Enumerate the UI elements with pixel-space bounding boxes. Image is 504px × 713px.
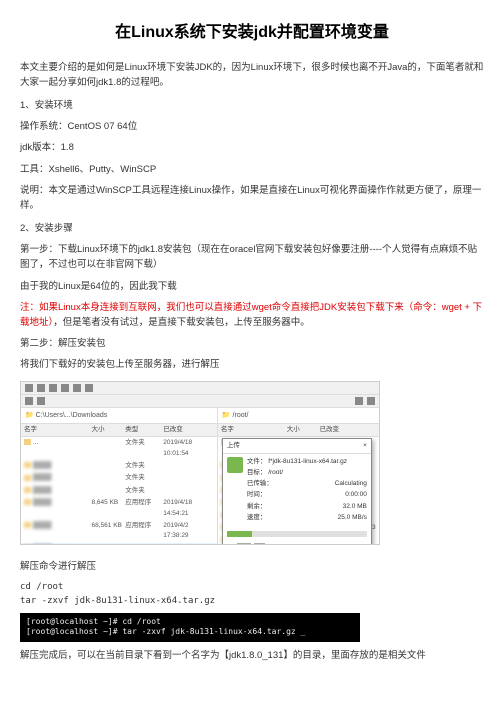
dialog-title: 上传 × xyxy=(223,439,371,454)
breadcrumb-left[interactable]: 📁 C:\Users\...\Downloads xyxy=(21,408,218,424)
step2-text: 第二步：解压安装包 xyxy=(20,336,484,351)
toolbar-icon[interactable] xyxy=(49,384,57,392)
file-row[interactable]: ...文件夹2019/4/18 10:01:54 xyxy=(21,437,217,460)
terminal-screenshot: [root@localhost ~]# cd /root [root@local… xyxy=(20,613,360,642)
dialog-file: 文件： f*jdk-8u131-linux-x64.tar.gz xyxy=(247,457,367,467)
upload-dialog: 上传 × 文件： f*jdk-8u131-linux-x64.tar.gz 目标… xyxy=(222,438,372,544)
env-os: 操作系统：CentOS 07 64位 xyxy=(20,119,484,134)
toolbar-icon[interactable] xyxy=(355,397,363,405)
minimize-button[interactable]: — xyxy=(237,543,251,544)
dialog-speed-val: 25.0 MB/s xyxy=(338,513,367,523)
section-env: 1、安装环境 xyxy=(20,98,484,113)
speed-button[interactable]: ⏵ xyxy=(254,543,265,544)
pane-remote: 名字 大小 已改变 ..2019/10/10 21:30:29████2019/… xyxy=(218,424,379,544)
terminal-line2: [root@localhost ~]# tar -zxvf jdk-8u131-… xyxy=(26,627,354,637)
winscp-toolbar xyxy=(21,382,379,395)
terminal-line1: [root@localhost ~]# cd /root xyxy=(26,617,354,627)
winscp-toolbar2 xyxy=(21,395,379,408)
dialog-title-text: 上传 xyxy=(227,441,240,451)
toolbar-icon[interactable] xyxy=(367,397,375,405)
cmd2: tar -zxvf jdk-8u131-linux-x64.tar.gz xyxy=(20,594,484,608)
finish-text: 解压完成后，可以在当前目录下看到一个名字为【jdk1.8.0_131】的目录，里… xyxy=(20,648,484,663)
cmd1: cd /root xyxy=(20,580,484,594)
step2-txt: 将我们下载好的安装包上传至服务器，进行解压 xyxy=(20,357,484,372)
winscp-screenshot: 📁 C:\Users\...\Downloads 📁 /root/ 名字 大小 … xyxy=(20,381,380,545)
section-steps: 2、安装步骤 xyxy=(20,221,484,236)
upload-icon xyxy=(227,457,243,473)
toolbar-icon[interactable] xyxy=(37,397,45,405)
step1-note: 注：如果Linux本身连接到互联网，我们也可以直接通过wget命令直接把JDK安… xyxy=(20,300,484,330)
col-name[interactable]: 名字 xyxy=(24,425,92,435)
env-note: 说明：本文是通过WinSCP工具远程连接Linux操作，如果是直接在Linux可… xyxy=(20,183,484,213)
dialog-time-val: 0:00:00 xyxy=(345,490,367,500)
toolbar-icon[interactable] xyxy=(25,397,33,405)
dialog-remain-label: 剩余： xyxy=(247,502,267,512)
file-row[interactable]: ████8,645 KB应用程序2019/4/18 14:54:21 xyxy=(21,497,217,520)
toolbar-icon[interactable] xyxy=(25,384,33,392)
dialog-speed-label: 速度： xyxy=(247,513,267,523)
file-header-left: 名字 大小 类型 已改变 xyxy=(21,424,217,437)
toolbar-icon[interactable] xyxy=(73,384,81,392)
dialog-remain-val: 32.0 MB xyxy=(343,502,367,512)
col-type[interactable]: 类型 xyxy=(125,425,163,435)
breadcrumb-right[interactable]: 📁 /root/ xyxy=(218,408,379,424)
env-tools: 工具：Xshell6、Putty、WinSCP xyxy=(20,162,484,177)
col-name[interactable]: 名字 xyxy=(221,425,287,435)
toolbar-icon[interactable] xyxy=(61,384,69,392)
progress-bar xyxy=(227,531,367,537)
cancel-icon[interactable]: ✖ xyxy=(227,543,234,544)
decompress-heading: 解压命令进行解压 xyxy=(20,559,484,574)
dialog-time-label: 时间： xyxy=(247,490,267,500)
page-title: 在Linux系统下安装jdk并配置环境变量 xyxy=(20,20,484,46)
file-row[interactable]: ████.tar.gz14,544 KBZIP 压缩...2019/4/12 9… xyxy=(21,543,217,544)
file-header-right: 名字 大小 已改变 xyxy=(218,424,379,437)
dialog-transferred-val: Calculating xyxy=(335,479,367,489)
file-row[interactable]: ████文件夹 xyxy=(21,485,217,497)
env-jdk: jdk版本：1.8 xyxy=(20,140,484,155)
intro-text: 本文主要介绍的是如何是Linux环境下安装JDK的，因为Linux环境下，很多时… xyxy=(20,60,484,90)
col-size[interactable]: 大小 xyxy=(92,425,126,435)
step1-sub: 由于我的Linux是64位的，因此我下载 xyxy=(20,279,484,294)
dialog-transferred-label: 已传输： xyxy=(247,479,273,489)
file-row[interactable]: ████68,561 KB应用程序2019/4/2 17:38:29 xyxy=(21,520,217,543)
file-row[interactable]: ████文件夹 xyxy=(21,460,217,472)
file-row[interactable]: ████文件夹 xyxy=(21,472,217,484)
toolbar-icon[interactable] xyxy=(37,384,45,392)
progress-fill xyxy=(227,531,252,537)
col-date[interactable]: 已改变 xyxy=(163,425,214,435)
close-icon[interactable]: × xyxy=(363,441,367,451)
pane-local: 名字 大小 类型 已改变 ...文件夹2019/4/18 10:01:54███… xyxy=(21,424,218,544)
winscp-panes: 名字 大小 类型 已改变 ...文件夹2019/4/18 10:01:54███… xyxy=(21,424,379,544)
col-date[interactable]: 已改变 xyxy=(320,425,376,435)
step1-note-tail: ，但是笔者没有试过，是直接下载安装包，上传至服务器中。 xyxy=(53,317,310,328)
dialog-target: 目标： /root/ xyxy=(247,468,367,478)
toolbar-icon[interactable] xyxy=(85,384,93,392)
step1-text: 第一步：下载Linux环境下的jdk1.8安装包（现在在oracel官网下载安装… xyxy=(20,242,484,272)
col-size[interactable]: 大小 xyxy=(287,425,320,435)
